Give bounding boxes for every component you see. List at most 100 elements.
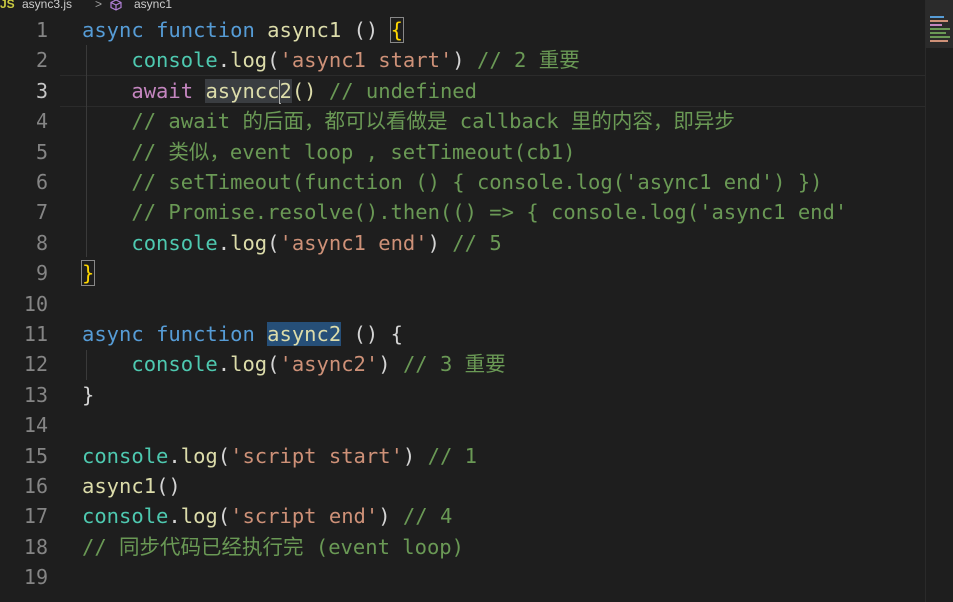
code-token: function (156, 18, 255, 42)
code-editor[interactable]: 1 async function async1 () {2 console.log… (0, 14, 925, 602)
code-line[interactable]: 6 // setTimeout(function () { console.lo… (0, 167, 925, 197)
code-token: ) (378, 504, 403, 529)
code-token: // 5 (452, 230, 502, 255)
code-line[interactable]: 15 console.log('script start') // 1 (0, 441, 925, 471)
code-token: ) (402, 443, 428, 468)
code-token: } (80, 260, 96, 287)
minimap[interactable] (925, 0, 953, 602)
code-token: // setTimeout(function () { console.log(… (131, 170, 823, 194)
code-line[interactable]: 9} (0, 258, 925, 288)
minimap-line (930, 28, 950, 30)
code-line[interactable]: 13} (0, 380, 925, 410)
line-number: 5 (35, 139, 48, 164)
code-token: // 4 (402, 504, 453, 529)
code-token: // 1 (427, 443, 477, 468)
code-token: 'async1 start' (279, 48, 453, 73)
minimap-line (930, 32, 946, 34)
code-line[interactable]: 5 // 类似，event loop , setTimeout(cb1) (0, 137, 925, 167)
line-number: 2 (35, 48, 48, 73)
line-number: 1 (35, 18, 48, 42)
minimap-line (930, 36, 950, 38)
code-token: function (156, 322, 255, 346)
code-token: log (230, 48, 268, 73)
code-text: console.log('script start') // 1 (82, 441, 477, 471)
code-token: // 2 重要 (476, 48, 580, 73)
code-text: console.log('script end') // 4 (82, 501, 452, 531)
code-token: console (131, 352, 218, 377)
code-token: async (205, 78, 268, 103)
code-token: ( (217, 504, 231, 529)
line-number: 3 (35, 78, 48, 103)
minimap-line (930, 40, 948, 42)
minimap-line (930, 16, 944, 18)
code-line[interactable]: 10 (0, 289, 925, 319)
code-line[interactable]: 8 console.log('async1 end') // 5 (0, 228, 925, 258)
code-line[interactable]: 17 console.log('script end') // 4 (0, 501, 925, 531)
code-token: ( (267, 48, 280, 73)
code-line[interactable]: 2 console.log('async1 start') // 2 重要 (0, 45, 925, 75)
code-line[interactable]: 3 await asyncc2() // undefined (0, 76, 925, 106)
code-line[interactable]: 4 // await 的后面，都可以看做是 callback 里的内容，即异步 (0, 106, 925, 136)
line-number: 6 (35, 170, 48, 194)
code-token: console (131, 230, 218, 255)
code-line[interactable]: 16 async1() (0, 471, 925, 501)
breadcrumb-symbol[interactable]: async1 (134, 0, 172, 10)
code-text: console.log('async1 end') // 5 (82, 228, 502, 258)
line-number: 17 (23, 504, 48, 529)
code-token: log (180, 443, 218, 468)
code-token: ( (267, 352, 280, 377)
javascript-file-icon: JS (0, 0, 15, 11)
code-text: } (82, 380, 94, 410)
minimap-line (930, 24, 942, 26)
code-line[interactable]: 7 // Promise.resolve().then(() => { cons… (0, 197, 925, 227)
breadcrumb-file[interactable]: async3.js (22, 0, 72, 10)
code-text: async function async2 () { (82, 319, 403, 349)
code-text: // setTimeout(function () { console.log(… (82, 167, 823, 197)
code-token: async (82, 18, 144, 42)
code-token: async2 (267, 322, 342, 346)
code-line[interactable]: 12 console.log('async2') // 3 重要 (0, 349, 925, 379)
code-token: // 3 重要 (402, 352, 506, 377)
code-token: // undefined (328, 78, 477, 103)
code-token: ) (452, 48, 477, 73)
code-token: async1 (267, 18, 342, 42)
code-text: async function async1 () { (82, 15, 404, 45)
code-token: 2 (279, 78, 292, 103)
line-number: 15 (23, 443, 48, 468)
code-token: ( (267, 230, 280, 255)
line-number: 13 (23, 382, 48, 407)
breadcrumb: JS async3.js > async1 (0, 0, 953, 14)
code-token: // Promise.resolve().then(() => { consol… (131, 200, 848, 225)
code-line[interactable]: 14 (0, 410, 925, 440)
code-token: async1 (82, 474, 157, 498)
code-line[interactable]: 18 // 同步代码已经执行完 (event loop) (0, 532, 925, 562)
line-number: 9 (35, 261, 48, 286)
code-token: // 同步代码已经执行完 (event loop) (82, 534, 464, 559)
code-token: log (230, 230, 268, 255)
code-text: console.log('async1 start') // 2 重要 (82, 45, 580, 75)
code-token: 'script start' (230, 443, 403, 468)
code-line[interactable]: 1 async function async1 () { (0, 15, 925, 45)
code-token: // await 的后面，都可以看做是 callback 里的内容，即异步 (131, 109, 735, 134)
code-text: // 同步代码已经执行完 (event loop) (82, 532, 464, 562)
code-token: console (82, 443, 169, 468)
code-token: } (82, 382, 95, 407)
code-token: . (168, 504, 181, 529)
code-text: } (80, 258, 96, 288)
line-number: 8 (35, 230, 48, 255)
code-line[interactable]: 11 async function async2 () { (0, 319, 925, 349)
code-line[interactable]: 19 (0, 562, 925, 592)
code-token: 'async2' (279, 352, 379, 377)
line-number: 10 (23, 291, 48, 316)
code-token: ( (217, 443, 231, 468)
minimap-line (930, 20, 948, 22)
